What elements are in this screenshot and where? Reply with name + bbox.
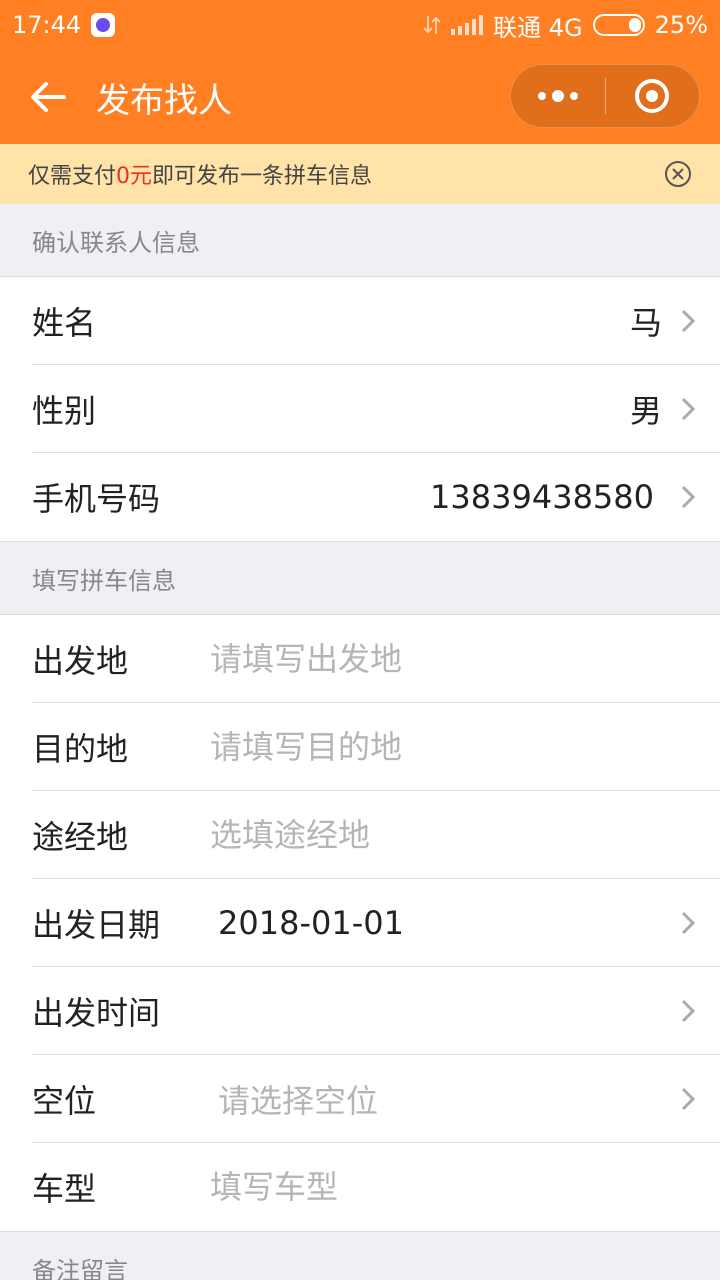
carrier-label: 联通 4G (493, 13, 583, 42)
trip-info-group: 出发地 目的地 途经地 出发日期 2018-01-01 出发时间 空位 请选择空… (0, 614, 720, 1232)
nav-bar: 发布找人 (0, 50, 720, 144)
status-time: 17:44 (12, 11, 82, 39)
destination-label: 目的地 (32, 729, 129, 768)
remarks-section-header: 备注留言 (0, 1232, 720, 1280)
via-row: 途经地 (32, 791, 720, 879)
app-header: 17:44 联通 4G 25% 发布找人 (0, 0, 720, 144)
origin-row: 出发地 (32, 615, 720, 703)
close-circle-icon[interactable] (664, 160, 692, 188)
seats-label: 空位 (32, 1081, 97, 1120)
destination-row: 目的地 (32, 703, 720, 791)
chevron-right-icon (681, 1087, 696, 1110)
arrow-left-icon (31, 82, 66, 112)
notice-suffix: 即可发布一条拼车信息 (152, 164, 373, 189)
payment-notice-banner: 仅需支付 0元 即可发布一条拼车信息 (0, 144, 720, 204)
departure-time-row[interactable]: 出发时间 (32, 967, 720, 1055)
name-value: 马 (629, 303, 662, 342)
origin-label: 出发地 (32, 641, 129, 680)
data-transfer-icon (423, 16, 441, 34)
gender-value: 男 (629, 391, 662, 430)
contact-phone-row[interactable]: 手机号码 13839438580 (32, 453, 720, 541)
chevron-right-icon (681, 911, 696, 934)
origin-input[interactable] (210, 639, 696, 678)
chevron-right-icon (681, 309, 696, 332)
more-button[interactable] (511, 65, 605, 127)
name-label: 姓名 (32, 303, 97, 342)
phone-value: 13839438580 (430, 478, 654, 516)
via-input[interactable] (210, 815, 696, 854)
contact-info-group: 姓名 马 性别 男 手机号码 13839438580 (0, 276, 720, 542)
departure-date-row[interactable]: 出发日期 2018-01-01 (32, 879, 720, 967)
battery-icon (592, 14, 645, 36)
phone-label: 手机号码 (32, 480, 161, 518)
target-circle-icon (635, 79, 670, 113)
car-model-row: 车型 (32, 1143, 720, 1231)
seats-placeholder: 请选择空位 (218, 1081, 379, 1120)
departure-date-value: 2018-01-01 (218, 903, 404, 942)
chevron-right-icon (681, 999, 696, 1022)
gender-label: 性别 (32, 391, 97, 430)
departure-time-label: 出发时间 (32, 993, 161, 1032)
status-bar: 17:44 联通 4G 25% (0, 0, 720, 50)
exit-button[interactable] (606, 65, 700, 127)
page-title: 发布找人 (96, 80, 232, 121)
contact-section-header: 确认联系人信息 (0, 204, 720, 276)
more-dots-icon (537, 90, 578, 102)
departure-date-label: 出发日期 (32, 905, 161, 944)
mini-program-capsule (510, 64, 700, 128)
trip-section-header: 填写拼车信息 (0, 542, 720, 614)
app-notification-icon (91, 13, 116, 37)
contact-name-row[interactable]: 姓名 马 (32, 277, 720, 365)
contact-gender-row[interactable]: 性别 男 (32, 365, 720, 453)
notice-prefix: 仅需支付 (28, 164, 117, 189)
back-button[interactable] (0, 50, 96, 144)
via-label: 途经地 (32, 817, 129, 856)
signal-icon (451, 15, 484, 35)
destination-input[interactable] (210, 727, 696, 766)
chevron-right-icon (681, 397, 696, 420)
car-model-input[interactable] (210, 1168, 696, 1206)
notice-price: 0元 (116, 164, 153, 189)
car-model-label: 车型 (32, 1170, 97, 1208)
chevron-right-icon (681, 485, 696, 509)
battery-percent: 25% (654, 11, 708, 39)
seats-row[interactable]: 空位 请选择空位 (32, 1055, 720, 1143)
